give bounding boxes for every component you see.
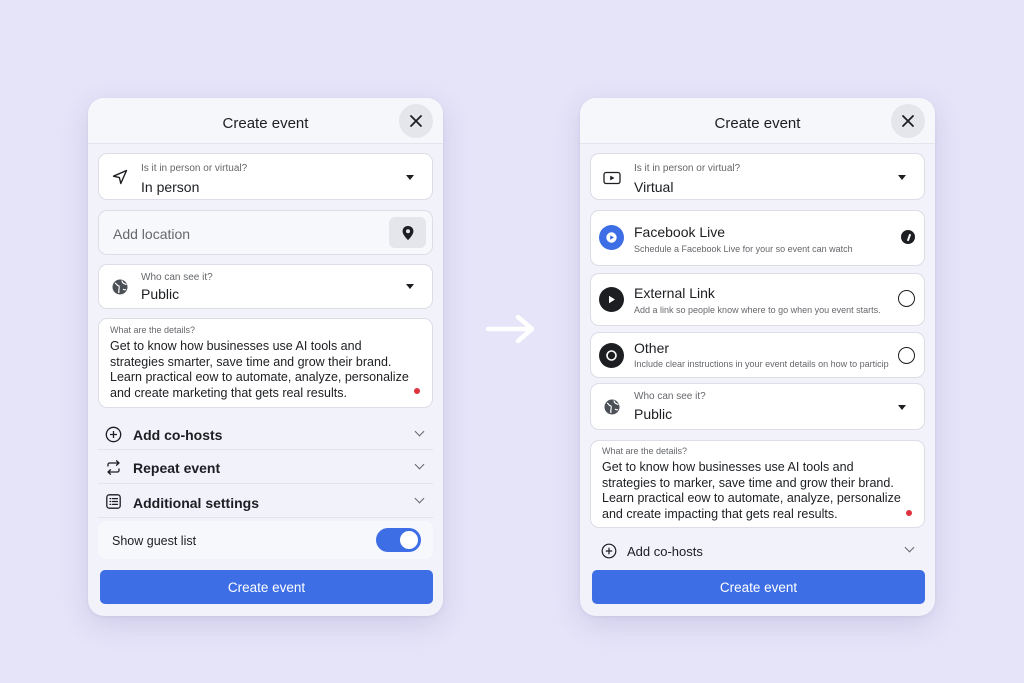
row-additional-settings[interactable]: Additional settings [98, 484, 433, 518]
option-title: External Link [634, 285, 715, 301]
guest-list-setting: Show guest list [98, 521, 433, 559]
option-external-link[interactable]: External Link Add a link so people know … [590, 273, 925, 326]
repeat-icon [104, 458, 122, 476]
details-label: What are the details? [602, 446, 688, 456]
create-event-panel-in-person: Create event Is it in person or virtual?… [88, 98, 443, 616]
details-text: Get to know how businesses use AI tools … [602, 460, 901, 521]
location-field[interactable]: Add location [98, 210, 433, 255]
create-event-button[interactable]: Create event [100, 570, 433, 604]
option-radio[interactable] [901, 230, 915, 244]
option-other[interactable]: Other Include clear instructions in your… [590, 332, 925, 378]
option-description: Schedule a Facebook Live for your so eve… [634, 244, 853, 254]
chevron-down-icon [414, 426, 425, 437]
option-radio[interactable] [898, 347, 915, 364]
option-title: Facebook Live [634, 224, 726, 240]
caret-down-icon [898, 405, 906, 410]
toggle-knob [400, 531, 418, 549]
row-repeat-event[interactable]: Repeat event [98, 450, 433, 484]
option-description: Include clear instructions in your event… [634, 359, 889, 369]
details-textarea[interactable]: What are the details? Get to know how bu… [98, 318, 433, 408]
privacy-label: Who can see it? [141, 272, 213, 283]
status-dot [414, 388, 420, 394]
panel-title: Create event [714, 115, 801, 132]
globe-icon [602, 397, 622, 417]
details-label: What are the details? [110, 325, 196, 335]
details-textarea[interactable]: What are the details? Get to know how bu… [590, 440, 925, 528]
event-type-label: Is it in person or virtual? [634, 163, 741, 174]
close-icon [410, 115, 422, 127]
event-type-select[interactable]: Is it in person or virtual? Virtual [590, 153, 925, 200]
event-type-label: Is it in person or virtual? [141, 163, 248, 174]
option-facebook-live[interactable]: Facebook Live Schedule a Facebook Live f… [590, 210, 925, 266]
guest-list-label: Show guest list [112, 534, 197, 548]
panel-title: Create event [222, 115, 309, 132]
option-title: Other [634, 340, 670, 356]
globe-icon [110, 277, 130, 297]
row-add-co-hosts[interactable]: Add co-hosts [590, 535, 925, 567]
chevron-down-icon [414, 493, 425, 504]
map-pin-icon [402, 225, 413, 240]
close-icon [902, 115, 914, 127]
row-label: Add co-hosts [627, 544, 703, 559]
chevron-down-icon [904, 542, 915, 553]
privacy-label: Who can see it? [634, 391, 706, 402]
privacy-select[interactable]: Who can see it? Public [590, 383, 925, 430]
option-description: Add a link so people know where to go wh… [634, 305, 881, 315]
caret-down-icon [898, 175, 906, 180]
caret-down-icon [406, 175, 414, 180]
list-icon [104, 492, 122, 510]
plus-circle-icon [104, 425, 122, 443]
create-event-button[interactable]: Create event [592, 570, 925, 604]
location-arrow-icon [110, 167, 130, 187]
event-type-value: In person [141, 179, 200, 195]
row-label: Repeat event [133, 460, 221, 476]
create-event-panel-virtual: Create event Is it in person or virtual?… [580, 98, 935, 616]
map-pin-button[interactable] [389, 217, 426, 248]
option-radio[interactable] [898, 290, 915, 307]
event-type-value: Virtual [634, 179, 674, 195]
facebook-live-icon [599, 225, 624, 250]
status-dot [906, 510, 912, 516]
video-icon [602, 168, 622, 188]
close-button[interactable] [399, 104, 433, 138]
panel-header: Create event [580, 98, 935, 144]
arrow-right-icon [486, 314, 535, 344]
details-text: Get to know how businesses use AI tools … [110, 339, 409, 400]
privacy-select[interactable]: Who can see it? Public [98, 264, 433, 309]
close-button[interactable] [891, 104, 925, 138]
panel-header: Create event [88, 98, 443, 144]
privacy-value: Public [634, 406, 673, 422]
guest-list-toggle[interactable] [376, 528, 421, 552]
row-label: Add co-hosts [133, 427, 223, 443]
privacy-value: Public [141, 286, 180, 302]
location-placeholder: Add location [113, 226, 191, 242]
row-label: Additional settings [133, 495, 259, 511]
circle-icon [599, 343, 624, 368]
caret-down-icon [406, 284, 414, 289]
chevron-down-icon [414, 459, 425, 470]
row-add-co-hosts[interactable]: Add co-hosts [98, 418, 433, 450]
plus-circle-icon [600, 542, 618, 560]
event-type-select[interactable]: Is it in person or virtual? In person [98, 153, 433, 200]
play-icon [599, 287, 624, 312]
